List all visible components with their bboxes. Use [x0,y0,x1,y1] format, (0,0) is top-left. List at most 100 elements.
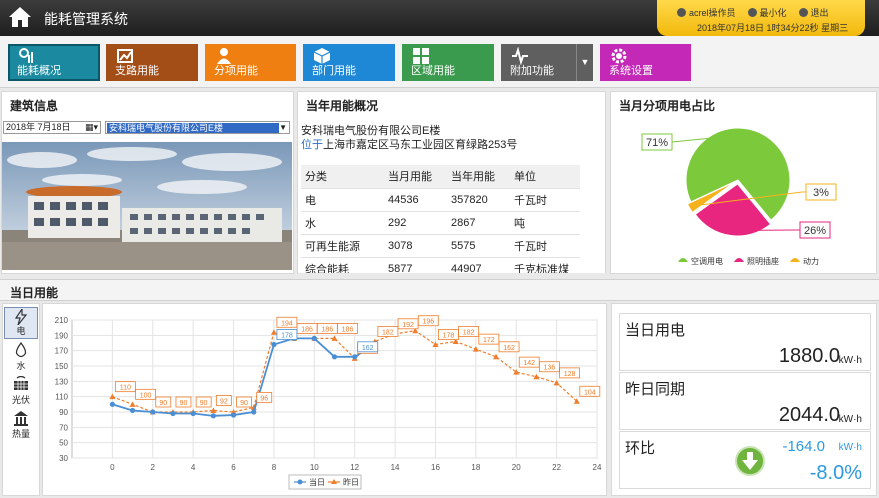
data-point [150,409,156,415]
y-tick-label: 110 [55,393,68,402]
nav-bar: 能耗概况 支路用能 分项用能 部门用能 区域用能 附加功能 ▼ 系统设置 [0,36,879,88]
x-tick-label: 8 [272,463,277,472]
pie-chart: 71% 26% 3% 空调用电 照明插座 动力 [641,127,837,266]
kpi-yesterday: 昨日同期 2044.0 kW·h [619,372,871,430]
data-point [251,409,257,415]
x-tick-label: 24 [593,463,602,472]
daily-line-chart: 305070901101301501701902100 2 4 6 8 10 12 14 16 1… [55,315,602,490]
top-bar: 能耗管理系统 acrel操作员 最小化 退出 2018年07月18日 1时34分… [0,0,879,36]
data-label: 182 [382,329,394,336]
y-tick-label: 90 [59,408,68,417]
date-picker[interactable]: 2018年 7月18日 ▦▾ [3,121,101,134]
tab-heat[interactable]: 热量 [4,409,38,441]
daily-header-bar [0,279,879,301]
data-label: 90 [159,400,167,407]
x-tick-label: 10 [310,463,319,472]
nav-settings[interactable]: 系统设置 [600,44,691,81]
x-tick-label: 20 [512,463,521,472]
x-tick-label: 16 [431,463,440,472]
data-label: 90 [200,400,208,407]
nav-extra[interactable]: 附加功能 ▼ [501,44,593,81]
data-label: 192 [402,322,414,329]
tab-water[interactable]: 水 [4,341,38,373]
x-tick-label: 22 [552,463,561,472]
data-point [190,410,196,417]
data-point [210,413,216,419]
data-label: 162 [362,345,374,352]
data-label: 194 [281,320,293,327]
legend-label[interactable]: 照明插座 [747,256,779,266]
table-row: 水 292 2867 吨 [301,211,580,235]
legend-label[interactable]: 空调用电 [691,256,723,266]
data-label: 110 [120,385,131,392]
data-point [352,354,358,360]
chevron-down-icon[interactable]: ▼ [279,123,287,132]
lightning-icon [14,307,28,326]
nav-department[interactable]: 部门用能 [303,44,395,81]
year-title: 当年用能概况 [306,99,379,113]
kpi-ratio: 环比 -164.0 kW·h -8.0% [619,431,871,489]
user-icon [677,8,686,17]
data-label: 90 [240,400,248,407]
data-label: 100 [140,392,152,399]
company-address: 位于上海市嘉定区马东工业园区育绿路253号 [301,139,518,151]
legend-marker [297,479,303,485]
x-tick-label: 4 [191,463,196,472]
x-tick-label: 6 [231,463,236,472]
year-table: 分类 当月用能 当年用能 单位 电 44536 357820 千瓦时 水 292 2867… [301,165,580,281]
heat-icon [14,411,28,426]
calendar-icon[interactable]: ▦▾ [85,122,98,133]
exit-button[interactable]: 退出 [798,6,829,19]
data-point [129,407,136,414]
legend-label[interactable]: 昨日 [343,477,359,487]
legend-label[interactable]: 动力 [803,256,819,266]
solar-icon [14,375,28,390]
x-tick-label: 12 [350,463,359,472]
data-label: 196 [422,319,434,326]
data-label: 96 [260,395,268,402]
data-label: 182 [463,329,475,336]
nav-overview[interactable]: 能耗概况 [8,44,100,81]
building-title: 建筑信息 [10,99,59,113]
building-select[interactable]: 安科瑞电气股份有限公司E楼 ▼ [105,121,290,134]
table-row: 可再生能源 3078 5575 千瓦时 [301,234,580,258]
water-drop-icon [15,341,27,358]
data-label: 186 [301,326,313,333]
data-label: 186 [321,326,333,333]
data-label: 136 [544,365,556,372]
exit-icon [798,8,808,17]
legend-label[interactable]: 当日 [309,477,325,487]
datetime: 2018年07月18日 1时34分22秒 星期三 [697,23,849,33]
x-tick-label: 18 [471,463,480,472]
y-tick-label: 210 [55,316,69,325]
kpi-today: 当日用电 1880.0 kW·h [619,313,871,371]
nav-subitem[interactable]: 分项用能 [205,44,296,81]
nav-area[interactable]: 区域用能 [402,44,494,81]
nav-branch[interactable]: 支路用能 [106,44,198,81]
y-tick-label: 50 [59,439,68,448]
data-point [311,335,317,341]
data-label: 142 [523,360,535,367]
data-label: 178 [443,333,455,340]
minimize-button[interactable]: 最小化 [747,6,787,19]
data-point [331,354,338,360]
table-header: 分类 当月用能 当年用能 单位 [301,165,580,189]
x-tick-label: 0 [110,463,115,472]
y-tick-label: 30 [59,454,68,463]
tab-electricity[interactable]: 电 [4,307,38,339]
pie-label: 26% [804,225,826,237]
y-tick-label: 70 [59,423,68,432]
data-label: 90 [180,400,188,407]
tab-solar[interactable]: 光伏 [4,375,38,407]
data-label: 162 [503,345,515,352]
user-panel: acrel操作员 最小化 退出 2018年07月18日 1时34分22秒 星期三 [657,0,865,36]
home-icon[interactable] [8,6,32,28]
dropdown-arrow-icon[interactable]: ▼ [576,44,593,81]
data-label: 128 [564,371,576,378]
data-label: 186 [342,326,354,333]
data-label: 104 [584,389,596,396]
user-info[interactable]: acrel操作员 [677,6,736,19]
data-point [109,401,115,407]
pie-label: 3% [813,187,829,199]
minimize-icon [747,8,757,17]
